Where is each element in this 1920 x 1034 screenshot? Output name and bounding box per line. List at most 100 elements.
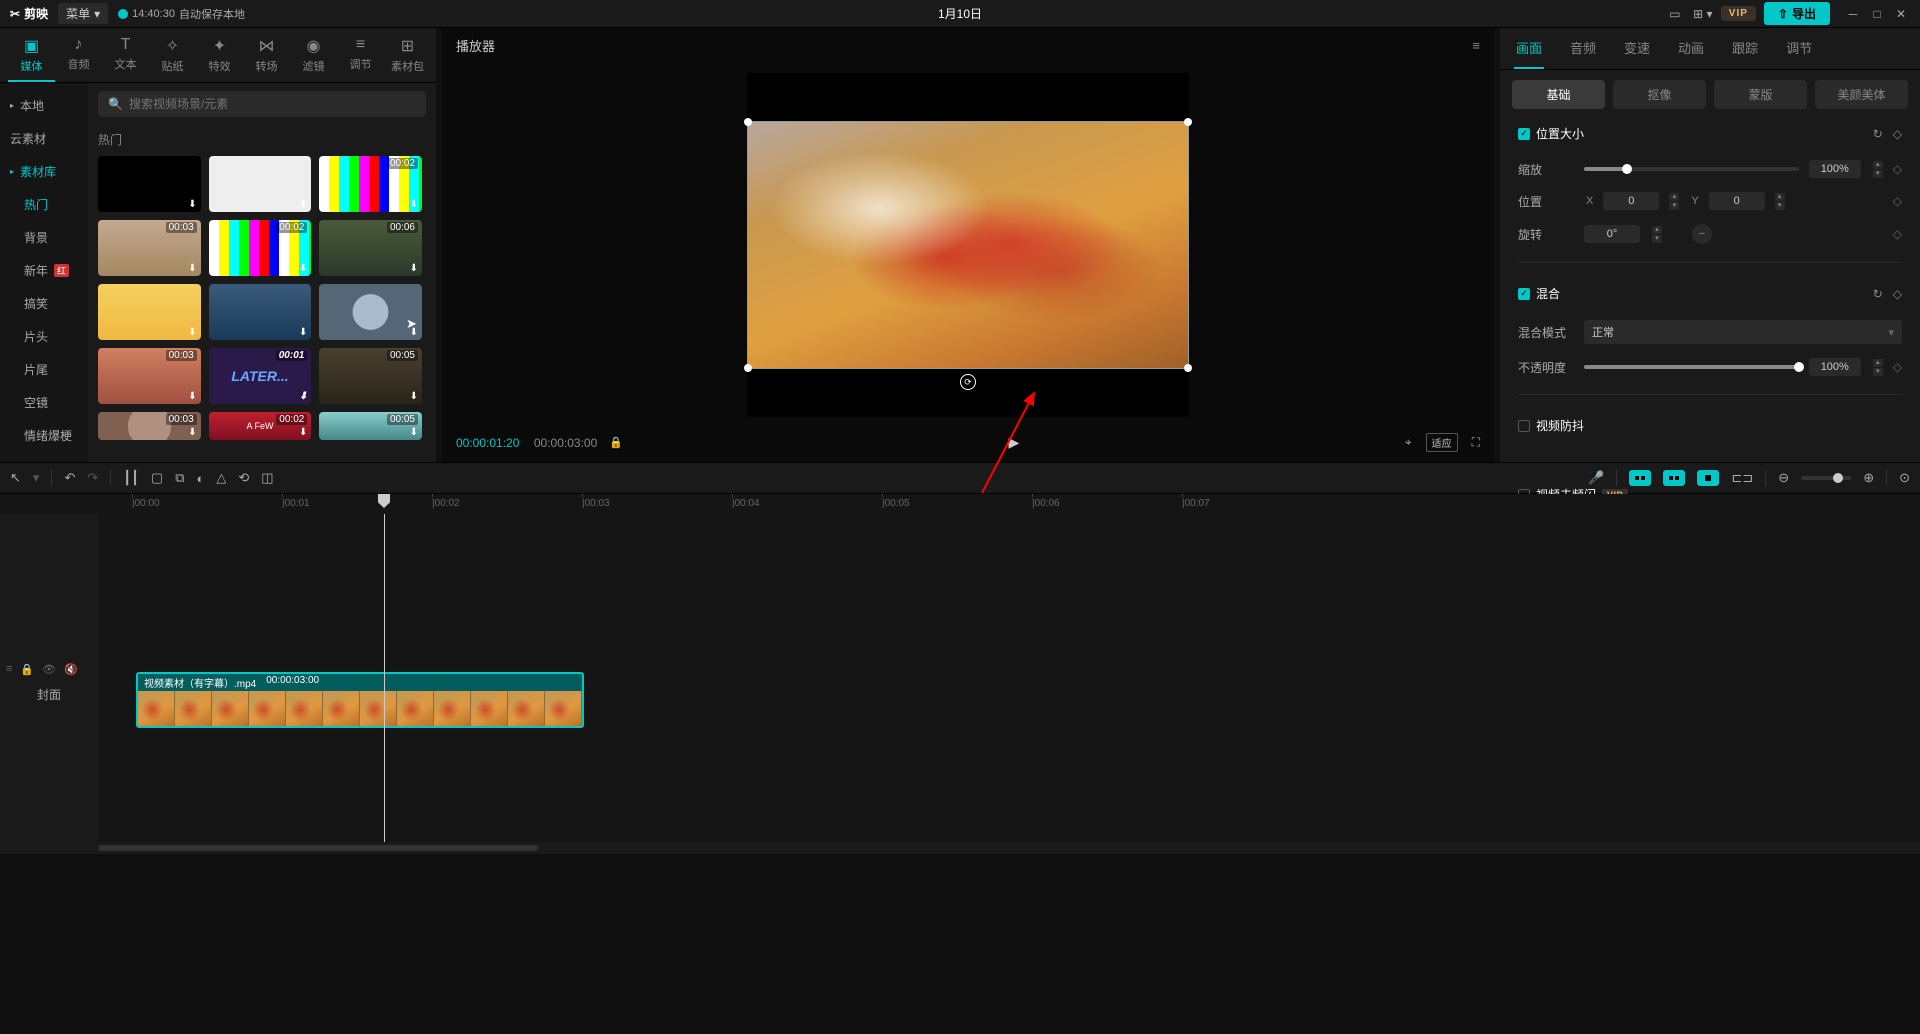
sidebar-item-9[interactable]: 空镜 (0, 386, 88, 419)
resize-handle-br[interactable] (1184, 364, 1192, 372)
blend-reset-icon[interactable]: ↻ (1873, 287, 1883, 301)
rotate-keyframe-icon[interactable]: ◇ (1893, 227, 1902, 241)
rotate-input[interactable]: 0° (1584, 225, 1640, 243)
prop-tab-2[interactable]: 变速 (1622, 28, 1652, 69)
download-icon[interactable]: ⬇ (410, 327, 418, 338)
mic-icon[interactable]: 🎤 (1588, 470, 1604, 486)
download-icon[interactable]: ⬇ (188, 199, 196, 210)
sidebar-item-6[interactable]: 搞笑 (0, 287, 88, 320)
pos-y-input[interactable]: 0 (1709, 192, 1765, 210)
prop-subtab-3[interactable]: 美颜美体 (1815, 80, 1908, 109)
safe-area-icon[interactable]: ⌖ (1405, 435, 1412, 450)
download-icon[interactable]: ⬇ (299, 391, 307, 402)
menu-button[interactable]: 菜单 ▾ (58, 3, 108, 24)
delete-tool[interactable]: ▢ (151, 470, 163, 486)
sidebar-item-10[interactable]: 情绪爆梗 (0, 419, 88, 452)
media-clip-14[interactable]: 00:05⬇ (319, 412, 422, 440)
player-menu-icon[interactable]: ≡ (1472, 38, 1480, 53)
sidebar-item-0[interactable]: ▸本地 (0, 89, 88, 122)
cover-button[interactable]: 封面 (0, 678, 98, 711)
media-clip-11[interactable]: 00:05⬇ (319, 348, 422, 404)
prop-tab-1[interactable]: 音频 (1568, 28, 1598, 69)
download-icon[interactable]: ⬇ (188, 327, 196, 338)
download-icon[interactable]: ⬇ (410, 391, 418, 402)
media-tab-0[interactable]: ▣媒体 (8, 32, 55, 82)
prop-tab-3[interactable]: 动画 (1676, 28, 1706, 69)
split-tool[interactable]: ┃┃ (123, 470, 139, 486)
export-button[interactable]: ⇧ 导出 (1764, 2, 1830, 25)
playhead-handle[interactable] (378, 494, 390, 508)
opacity-keyframe-icon[interactable]: ◇ (1893, 360, 1902, 374)
position-checkbox[interactable]: ✓ (1518, 128, 1530, 140)
snap-toggle-1[interactable] (1629, 470, 1651, 486)
scale-value[interactable]: 100% (1809, 160, 1861, 178)
scale-down[interactable]: ▾ (1873, 170, 1883, 178)
media-clip-1[interactable]: ⬇ (209, 156, 312, 212)
timeline-ruler[interactable]: |00:00|00:01|00:02|00:03|00:04|00:05|00:… (0, 494, 1920, 514)
window-maximize-button[interactable]: □ (1868, 5, 1886, 23)
track-lock-icon[interactable]: 🔒 (20, 663, 34, 676)
blend-checkbox[interactable]: ✓ (1518, 288, 1530, 300)
sidebar-item-7[interactable]: 片头 (0, 320, 88, 353)
media-tab-2[interactable]: T文本 (102, 32, 149, 82)
download-icon[interactable]: ⬇ (299, 263, 307, 274)
rotate-handle[interactable]: ⟳ (960, 374, 976, 390)
mirror-tool[interactable]: △ (216, 470, 226, 486)
prop-subtab-2[interactable]: 蒙版 (1714, 80, 1807, 109)
media-clip-3[interactable]: 00:03⬇ (98, 220, 201, 276)
media-clip-5[interactable]: 00:06⬇ (319, 220, 422, 276)
sidebar-item-1[interactable]: 云素材 (0, 122, 88, 155)
blend-keyframe-icon[interactable]: ◇ (1893, 287, 1902, 301)
download-icon[interactable]: ⬇ (410, 427, 418, 438)
fullscreen-icon[interactable]: ⛶ (1472, 435, 1480, 450)
layout2-icon[interactable]: ⊞ ▾ (1693, 4, 1713, 24)
resize-handle-tr[interactable] (1184, 118, 1192, 126)
media-clip-12[interactable]: 00:03⬇ (98, 412, 201, 440)
scale-keyframe-icon[interactable]: ◇ (1893, 162, 1902, 176)
zoom-out-icon[interactable]: ⊖ (1778, 470, 1789, 486)
sidebar-item-3[interactable]: 热门 (0, 188, 88, 221)
scale-up[interactable]: ▴ (1873, 161, 1883, 169)
media-clip-2[interactable]: 00:02⬇ (319, 156, 422, 212)
media-clip-6[interactable]: ⬇ (98, 284, 201, 340)
timecode-lock-icon[interactable]: 🔒 (609, 436, 623, 449)
media-clip-4[interactable]: 00:02⬇ (209, 220, 312, 276)
position-keyframe-icon[interactable]: ◇ (1893, 194, 1902, 208)
blend-mode-select[interactable]: 正常▾ (1584, 320, 1902, 344)
playhead-line[interactable] (384, 514, 385, 842)
layout1-icon[interactable]: ▭ (1665, 4, 1685, 24)
download-icon[interactable]: ⬇ (188, 427, 196, 438)
opacity-value[interactable]: 100% (1809, 358, 1861, 376)
scale-slider[interactable] (1584, 167, 1799, 171)
download-icon[interactable]: ⬇ (188, 263, 196, 274)
media-tab-4[interactable]: ✦特效 (196, 32, 243, 82)
pos-x-input[interactable]: 0 (1603, 192, 1659, 210)
media-search[interactable]: 🔍 (98, 91, 426, 117)
track-mute-icon[interactable]: 🔇 (64, 663, 78, 676)
media-clip-13[interactable]: A FeW00:02⬇ (209, 412, 312, 440)
keyframe-icon[interactable]: ◇ (1893, 127, 1902, 141)
snap-toggle-3[interactable] (1697, 470, 1719, 486)
stabilize-checkbox[interactable] (1518, 420, 1530, 432)
play-button[interactable]: ▶ (1009, 434, 1020, 451)
window-close-button[interactable]: ✕ (1892, 5, 1910, 23)
download-icon[interactable]: ⬇ (299, 427, 307, 438)
sidebar-item-8[interactable]: 片尾 (0, 353, 88, 386)
window-minimize-button[interactable]: ─ (1844, 5, 1862, 23)
copy-tool[interactable]: ⧉ (175, 470, 184, 486)
download-icon[interactable]: ⬇ (299, 199, 307, 210)
media-clip-10[interactable]: LATER...00:01⬇ (209, 348, 312, 404)
prop-tab-0[interactable]: 画面 (1514, 28, 1544, 69)
rotate-tool[interactable]: ⟲ (238, 470, 249, 486)
media-tab-6[interactable]: ◉滤镜 (290, 32, 337, 82)
prop-subtab-0[interactable]: 基础 (1512, 80, 1605, 109)
sidebar-item-2[interactable]: ▸素材库 (0, 155, 88, 188)
media-clip-8[interactable]: ⬇ (319, 284, 422, 340)
media-clip-7[interactable]: ⬇ (209, 284, 312, 340)
search-input[interactable] (129, 97, 416, 111)
timeline-tracks[interactable]: ≡ 🔒 👁 🔇 封面 视频素材（有字幕）.mp4 00:00:03:00 (0, 514, 1920, 842)
media-tab-3[interactable]: ✧贴纸 (149, 32, 196, 82)
zoom-slider[interactable] (1801, 476, 1851, 480)
media-tab-7[interactable]: ≡调节 (337, 32, 384, 82)
resize-handle-tl[interactable] (744, 118, 752, 126)
